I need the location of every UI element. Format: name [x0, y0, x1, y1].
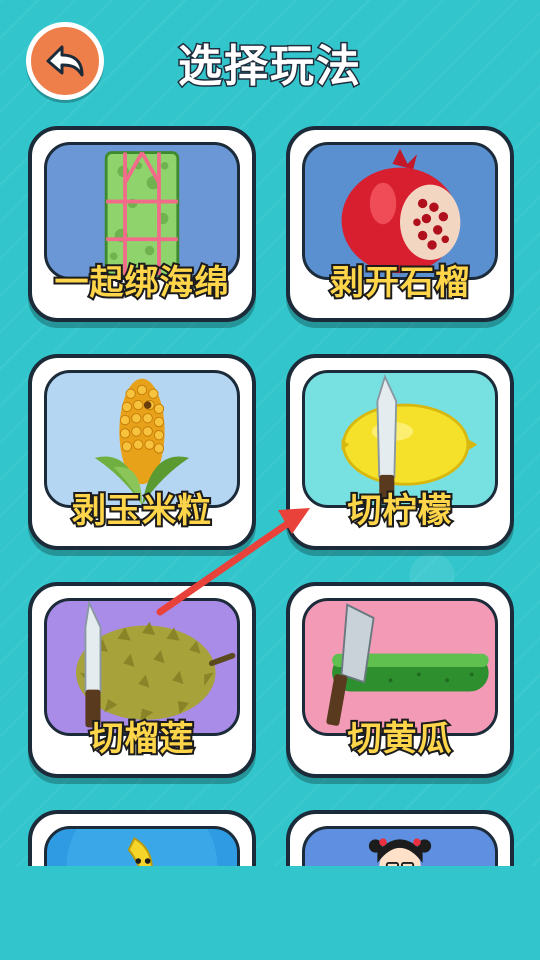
mode-label: 切柠檬: [346, 489, 454, 533]
girl-character-icon: [368, 838, 432, 866]
mode-label: 剥开石榴: [328, 261, 471, 305]
mode-label: 一起绑海绵: [53, 261, 231, 305]
mode-thumb: [302, 826, 498, 866]
bottom-bar: [0, 866, 540, 960]
mode-card-durian[interactable]: 切榴莲: [28, 582, 256, 778]
mode-label: 剥玉米粒: [70, 489, 213, 533]
mode-thumb: [44, 826, 240, 866]
banana-icon: [66, 829, 218, 866]
mode-card-character[interactable]: [286, 810, 514, 866]
mode-card-lemon[interactable]: 切柠檬: [286, 354, 514, 550]
mode-label: 切黄瓜: [346, 717, 454, 761]
mode-card-banana[interactable]: [28, 810, 256, 866]
mode-grid: 一起绑海绵 剥开石榴 剥玉米粒 切柠檬 切榴莲 切黄瓜: [0, 0, 540, 866]
mode-card-pomegranate[interactable]: 剥开石榴: [286, 126, 514, 322]
mode-card-corn[interactable]: 剥玉米粒: [28, 354, 256, 550]
mode-card-sponge[interactable]: 一起绑海绵: [28, 126, 256, 322]
mode-card-cucumber[interactable]: 切黄瓜: [286, 582, 514, 778]
mode-label: 切榴莲: [88, 717, 196, 761]
